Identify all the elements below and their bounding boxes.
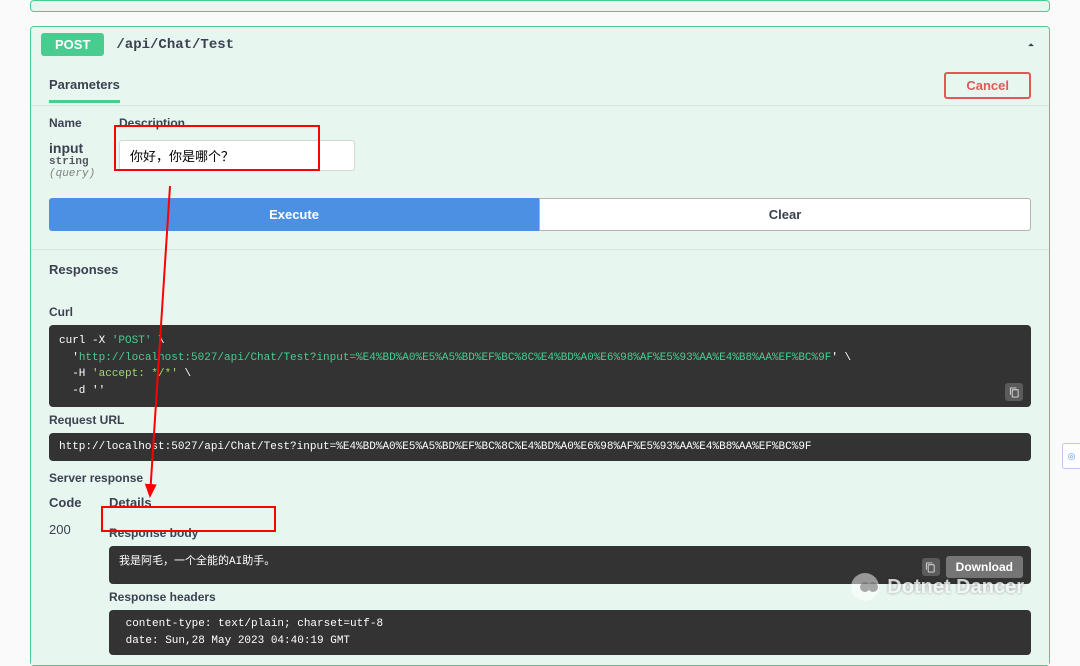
param-input[interactable] bbox=[119, 140, 355, 171]
status-code: 200 bbox=[49, 520, 109, 537]
wechat-icon bbox=[851, 573, 879, 601]
param-row: input string (query) bbox=[49, 140, 1031, 180]
copy-icon[interactable] bbox=[1005, 383, 1023, 401]
opblock-post: POST /api/Chat/Test Parameters Cancel Na… bbox=[30, 26, 1050, 666]
col-desc-header: Description bbox=[119, 116, 185, 130]
request-url-label: Request URL bbox=[49, 413, 1031, 427]
request-url-block: http://localhost:5027/api/Chat/Test?inpu… bbox=[49, 433, 1031, 461]
op-summary[interactable]: POST /api/Chat/Test bbox=[31, 27, 1049, 62]
method-badge: POST bbox=[41, 33, 104, 56]
param-in: (query) bbox=[49, 168, 119, 180]
server-response-label: Server response bbox=[49, 471, 1031, 485]
details-header: Details bbox=[109, 495, 152, 510]
previous-opblock bbox=[30, 0, 1050, 12]
chevron-up-icon[interactable] bbox=[1023, 37, 1039, 53]
clear-button[interactable]: Clear bbox=[539, 198, 1031, 231]
side-badge-icon[interactable]: ◎ bbox=[1062, 443, 1080, 469]
responses-header: Responses bbox=[31, 249, 1049, 289]
code-header: Code bbox=[49, 495, 109, 510]
cancel-button[interactable]: Cancel bbox=[944, 72, 1031, 99]
response-body-label: Response body bbox=[109, 526, 1031, 540]
param-name: input bbox=[49, 140, 119, 156]
parameters-header: Parameters Cancel bbox=[31, 62, 1049, 106]
op-path: /api/Chat/Test bbox=[116, 37, 234, 53]
curl-block: curl -X 'POST' \ 'http://localhost:5027/… bbox=[49, 325, 1031, 407]
response-headers-block: content-type: text/plain; charset=utf-8 … bbox=[109, 610, 1031, 655]
execute-button[interactable]: Execute bbox=[49, 198, 539, 231]
col-name-header: Name bbox=[49, 116, 119, 130]
watermark: Dotnet Dancer bbox=[851, 573, 1024, 601]
param-type: string bbox=[49, 156, 119, 168]
parameters-tab[interactable]: Parameters bbox=[49, 77, 120, 103]
curl-label: Curl bbox=[49, 305, 1031, 319]
